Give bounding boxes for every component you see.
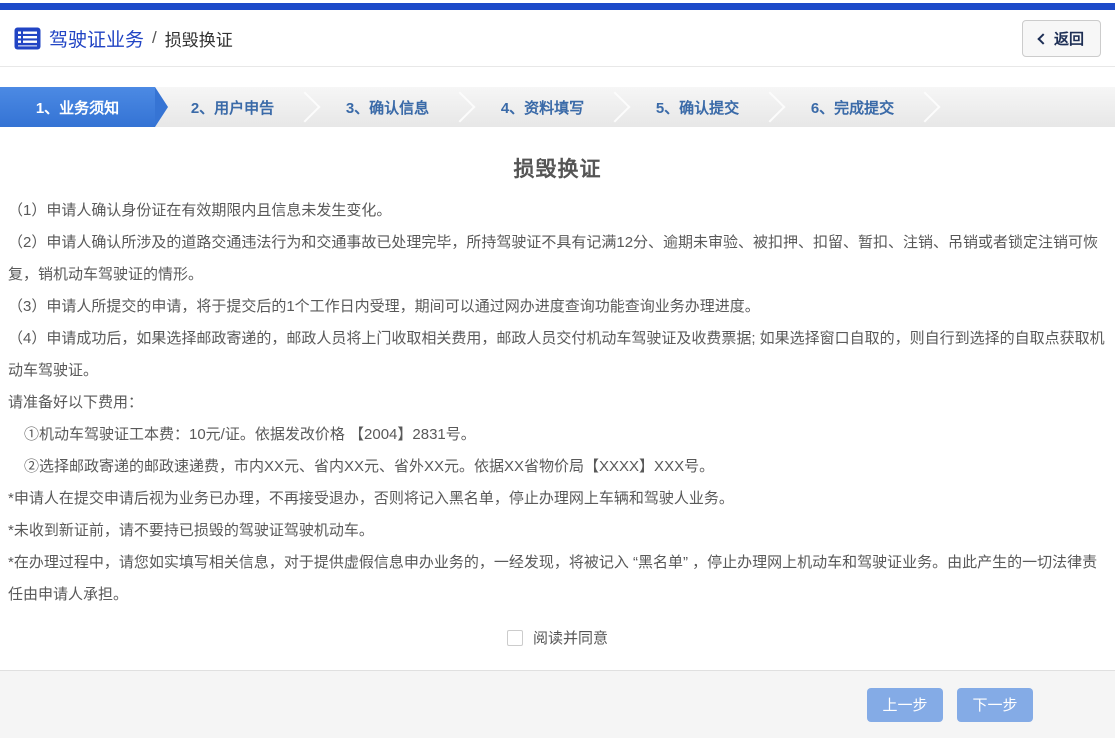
list-icon (14, 27, 41, 50)
page-header: 驾驶证业务 / 损毁换证 返回 (0, 10, 1115, 67)
page-title: 损毁换证 (8, 153, 1107, 183)
back-button-label: 返回 (1054, 28, 1084, 49)
top-accent-bar (0, 3, 1115, 10)
notice-paragraph: *在办理过程中，请您如实填写相关信息，对于提供虚假信息申办业务的，一经发现，将被… (8, 547, 1107, 611)
back-chevron-icon (1037, 33, 1048, 44)
breadcrumb-service-category[interactable]: 驾驶证业务 (49, 25, 144, 52)
breadcrumb-current-page: 损毁换证 (165, 26, 233, 51)
notice-paragraph: （3）申请人所提交的申请，将于提交后的1个工作日内受理，期间可以通过网办进度查询… (8, 291, 1107, 323)
step-tab[interactable]: 2、用户申告 (155, 87, 310, 127)
notice-paragraph: （2）申请人确认所涉及的道路交通违法行为和交通事故已处理完毕，所持驾驶证不具有记… (8, 227, 1107, 291)
step-tab[interactable]: 4、资料填写 (465, 87, 620, 127)
back-button[interactable]: 返回 (1022, 20, 1101, 57)
notice-paragraph: ②选择邮政寄递的邮政速递费，市内XX元、省内XX元、省外XX元。依据XX省物价局… (8, 451, 1107, 483)
main-content: 损毁换证 （1）申请人确认身份证在有效期限内且信息未发生变化。 （2）申请人确认… (0, 153, 1115, 648)
notice-paragraph: ①机动车驾驶证工本费：10元/证。依据发改价格 【2004】2831号。 (8, 419, 1107, 451)
agree-row: 阅读并同意 (8, 627, 1107, 648)
next-step-button[interactable]: 下一步 (957, 688, 1033, 722)
step-tab-label: 4、资料填写 (501, 97, 584, 118)
step-progress-bar: 1、业务须知 2、用户申告 3、确认信息 4、资料填写 5、确认提交 6、完成提… (0, 87, 1115, 127)
notice-paragraph: 请准备好以下费用： (8, 387, 1107, 419)
notice-paragraph: *申请人在提交申请后视为业务已办理，不再接受退办，否则将记入黑名单，停止办理网上… (8, 483, 1107, 515)
step-tab-label: 3、确认信息 (346, 97, 429, 118)
step-tab[interactable]: 5、确认提交 (620, 87, 775, 127)
notice-text-block: （1）申请人确认身份证在有效期限内且信息未发生变化。 （2）申请人确认所涉及的道… (8, 195, 1107, 611)
notice-paragraph: *未收到新证前，请不要持已损毁的驾驶证驾驶机动车。 (8, 515, 1107, 547)
step-tab-label: 1、业务须知 (36, 97, 119, 118)
agree-checkbox-label[interactable]: 阅读并同意 (533, 627, 608, 648)
previous-step-button[interactable]: 上一步 (867, 688, 943, 722)
step-tab-label: 5、确认提交 (656, 97, 739, 118)
step-tab[interactable]: 1、业务须知 (0, 87, 155, 127)
step-tab-label: 2、用户申告 (191, 97, 274, 118)
breadcrumb-separator: / (152, 28, 157, 48)
step-tab-label: 6、完成提交 (811, 97, 894, 118)
step-tab[interactable]: 3、确认信息 (310, 87, 465, 127)
step-tab[interactable]: 6、完成提交 (775, 87, 930, 127)
breadcrumb: 驾驶证业务 / 损毁换证 (14, 25, 233, 52)
step-progress-wrap: 1、业务须知 2、用户申告 3、确认信息 4、资料填写 5、确认提交 6、完成提… (0, 87, 1115, 127)
notice-paragraph: （1）申请人确认身份证在有效期限内且信息未发生变化。 (8, 195, 1107, 227)
notice-paragraph: （4）申请成功后，如果选择邮政寄递的，邮政人员将上门收取相关费用，邮政人员交付机… (8, 323, 1107, 387)
footer-action-bar: 上一步 下一步 (0, 670, 1115, 738)
agree-checkbox[interactable] (507, 630, 523, 646)
